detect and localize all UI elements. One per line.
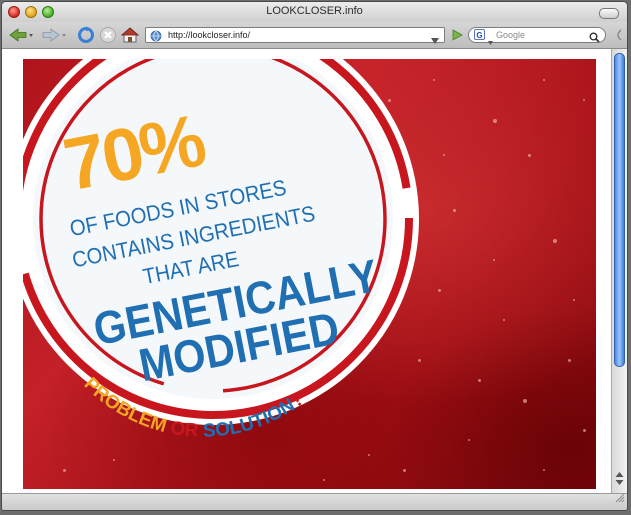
globe-icon	[150, 29, 162, 47]
toolbar-toggle-button[interactable]	[599, 8, 619, 19]
stop-icon	[100, 27, 116, 43]
or-word: OR	[169, 418, 204, 442]
search-input[interactable]: Google	[496, 29, 525, 42]
navigation-toolbar: http://lookcloser.info/ G Google	[2, 22, 627, 49]
title-bar: LOOKCLOSER.info	[2, 2, 627, 23]
reload-button[interactable]	[76, 26, 96, 44]
search-engine-dropdown-icon[interactable]	[488, 32, 493, 50]
go-button[interactable]	[449, 26, 465, 44]
scrollbar-thumb[interactable]	[614, 53, 625, 367]
scroll-down-icon[interactable]	[615, 480, 624, 485]
back-button[interactable]	[7, 26, 37, 44]
url-text: http://lookcloser.info/	[168, 30, 251, 40]
status-bar	[2, 493, 627, 510]
hero-image: 70% OF FOODS IN STORES CONTAINS INGREDIE…	[23, 59, 596, 489]
resize-grip-icon[interactable]	[614, 490, 625, 508]
reload-icon	[78, 26, 94, 43]
web-content: 70% OF FOODS IN STORES CONTAINS INGREDIE…	[2, 49, 612, 495]
search-engine-icon[interactable]: G	[474, 29, 485, 40]
back-arrow-icon	[9, 28, 33, 42]
scroll-up-icon[interactable]	[615, 472, 624, 477]
home-button[interactable]	[120, 26, 140, 44]
stop-button[interactable]	[98, 26, 118, 44]
forward-button[interactable]	[40, 26, 70, 44]
address-bar[interactable]: http://lookcloser.info/	[145, 27, 445, 44]
go-arrow-icon	[452, 29, 463, 41]
window-title: LOOKCLOSER.info	[266, 5, 363, 17]
magnifier-icon[interactable]	[589, 30, 600, 48]
gmo-badge: 70% OF FOODS IN STORES CONTAINS INGREDIE…	[23, 59, 419, 442]
activity-spinner-icon	[613, 28, 623, 47]
search-bar[interactable]: G Google	[468, 27, 606, 45]
url-history-dropdown-icon[interactable]	[431, 31, 439, 49]
home-icon	[121, 27, 139, 43]
vertical-scrollbar[interactable]	[611, 49, 627, 495]
browser-window: LOOKCLOSER.info http://lookcloser.info/ …	[1, 1, 628, 511]
forward-arrow-icon	[42, 28, 66, 42]
